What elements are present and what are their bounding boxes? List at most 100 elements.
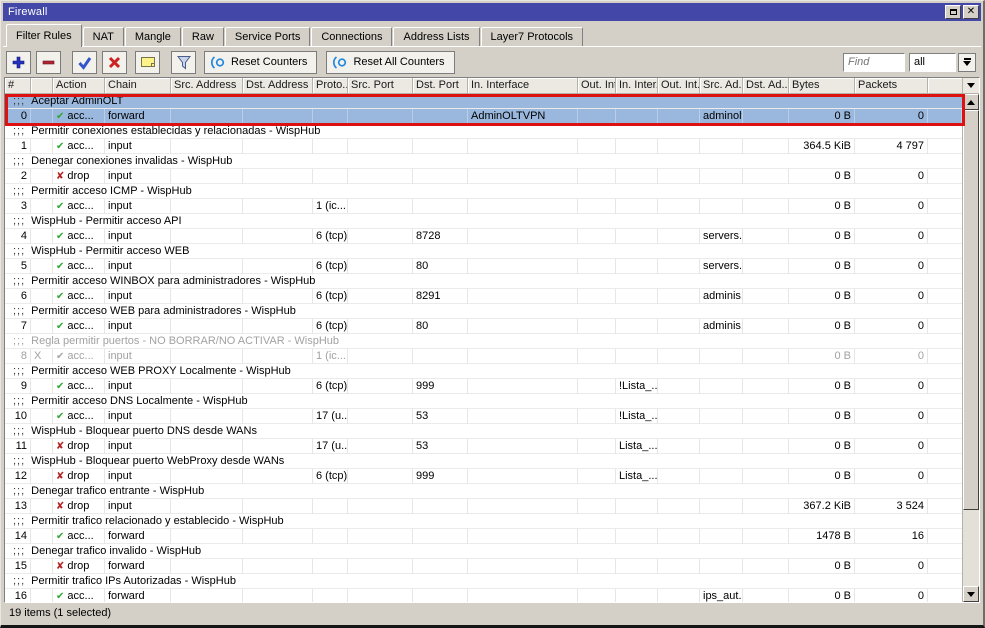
column-header-in_interface_list[interactable]: In. Inter... [616,78,658,93]
tab-raw[interactable]: Raw [182,27,224,47]
cell-filler [928,169,962,184]
column-header-out_interface_list[interactable]: Out. Int... [658,78,700,93]
comment-row[interactable]: ;;;Permitir acceso DNS Localmente - Wisp… [5,394,962,409]
rule-row[interactable]: 13✘dropinput367.2 KiB3 524 [5,499,962,514]
tab-service-ports[interactable]: Service Ports [225,27,310,47]
rule-row[interactable]: 4✔acc...input6 (tcp)8728servers...0 B0 [5,229,962,244]
cell-src_address [171,169,243,184]
column-header-flag[interactable] [31,78,53,93]
tab-mangle[interactable]: Mangle [125,27,181,47]
tab-layer7-protocols[interactable]: Layer7 Protocols [481,27,584,47]
comment-row[interactable]: ;;;Denegar trafico invalido - WispHub [5,544,962,559]
rule-row[interactable]: 11✘dropinput17 (u...53Lista_...0 B0 [5,439,962,454]
column-header-dst_port[interactable]: Dst. Port [413,78,468,93]
rule-row[interactable]: 6✔acc...input6 (tcp)8291adminis...0 B0 [5,289,962,304]
tab-connections[interactable]: Connections [311,27,392,47]
column-header-out_interface[interactable]: Out. Int... [578,78,616,93]
rule-row[interactable]: 12✘dropinput6 (tcp)999Lista_...0 B0 [5,469,962,484]
rule-row[interactable]: 14✔acc...forward1478 B16 [5,529,962,544]
comment-row[interactable]: ;;;Denegar trafico entrante - WispHub [5,484,962,499]
remove-rule-button[interactable] [36,51,61,74]
enable-rule-button[interactable] [72,51,97,74]
scrollbar-thumb[interactable] [963,110,979,510]
column-header-in_interface[interactable]: In. Interface [468,78,578,93]
cell-filler [928,109,962,124]
cell-filler [928,469,962,484]
rule-row[interactable]: 1✔acc...input364.5 KiB4 797 [5,139,962,154]
find-input[interactable] [843,53,905,72]
cell-in_interface_list [616,349,658,364]
vertical-scrollbar[interactable] [962,94,979,602]
cell-flag [31,409,53,424]
rule-row[interactable]: 5✔acc...input6 (tcp)80servers...0 B0 [5,259,962,274]
rule-row[interactable]: 16✔acc...forwardips_aut...0 B0 [5,589,962,603]
cell-packets: 0 [855,319,928,334]
accept-check-icon: ✔ [56,141,64,152]
filter-scope-dropdown-button[interactable] [958,53,976,72]
cell-dst_address [243,229,313,244]
column-header-src_address[interactable]: Src. Address [171,78,243,93]
rule-row[interactable]: 3✔acc...input1 (ic...0 B0 [5,199,962,214]
scroll-up-button[interactable] [963,94,979,110]
rule-row[interactable]: 8X✔acc...input1 (ic...0 B0 [5,349,962,364]
filter-button[interactable] [171,51,196,74]
reset-all-counters-button[interactable]: Reset All Counters [326,51,454,74]
comment-row[interactable]: ;;;Permitir trafico relacionado y establ… [5,514,962,529]
comment-row[interactable]: ;;;WispHub - Bloquear puerto DNS desde W… [5,424,962,439]
comment-row[interactable]: ;;;Permitir trafico IPs Autorizadas - Wi… [5,574,962,589]
tab-filter-rules[interactable]: Filter Rules [6,24,82,47]
comment-row[interactable]: ;;;WispHub - Bloquear puerto WebProxy de… [5,454,962,469]
comment-row[interactable]: ;;;Aceptar AdminOLT [5,94,962,109]
comment-row[interactable]: ;;;Denegar conexiones invalidas - WispHu… [5,154,962,169]
column-selector-button[interactable] [962,78,979,94]
action-label: acc... [67,140,93,152]
cell-in_interface_list [616,109,658,124]
column-header-action[interactable]: Action [53,78,105,93]
column-header-bytes[interactable]: Bytes [789,78,855,93]
rule-row[interactable]: 15✘dropforward0 B0 [5,559,962,574]
column-header-dst_address[interactable]: Dst. Address [243,78,313,93]
comment-button[interactable] [135,51,160,74]
cell-chain: input [105,379,171,394]
dropdown-bar-icon [964,58,971,60]
rule-row[interactable]: 0✔acc...forwardAdminOLTVPNadminolt0 B0 [5,109,962,124]
column-header-chain[interactable]: Chain [105,78,171,93]
cell-packets: 4 797 [855,139,928,154]
cell-flag [31,439,53,454]
rule-row[interactable]: 7✔acc...input6 (tcp)80adminis...0 B0 [5,319,962,334]
column-header-src_address_list[interactable]: Src. Ad... [700,78,743,93]
disable-rule-button[interactable] [102,51,127,74]
column-header-packets[interactable]: Packets [855,78,928,93]
rule-row[interactable]: 10✔acc...input17 (u...53!Lista_...0 B0 [5,409,962,424]
add-rule-button[interactable] [6,51,31,74]
rule-row[interactable]: 2✘dropinput0 B0 [5,169,962,184]
cell-action: ✔acc... [53,199,105,214]
cell-dst_address_list [743,439,789,454]
column-header-num[interactable]: # [5,78,31,93]
tab-address-lists[interactable]: Address Lists [393,27,479,47]
column-header-src_port[interactable]: Src. Port [348,78,413,93]
rule-row[interactable]: 9✔acc...input6 (tcp)999!Lista_...0 B0 [5,379,962,394]
tab-nat[interactable]: NAT [83,27,124,47]
cell-in_interface [468,379,578,394]
column-header-dst_address_list[interactable]: Dst. Ad... [743,78,789,93]
comment-row[interactable]: ;;;Regla permitir puertos - NO BORRAR/NO… [5,334,962,349]
comment-row[interactable]: ;;;Permitir acceso ICMP - WispHub [5,184,962,199]
cell-src_address_list [700,199,743,214]
cell-dst_port [413,109,468,124]
cell-chain: input [105,349,171,364]
column-header-protocol[interactable]: Proto... [313,78,348,93]
comment-row[interactable]: ;;;Permitir acceso WEB PROXY Localmente … [5,364,962,379]
comment-row[interactable]: ;;;Permitir conexiones establecidas y re… [5,124,962,139]
filter-scope-select[interactable]: all [909,53,956,72]
maximize-button[interactable] [945,5,961,19]
comment-row[interactable]: ;;;WispHub - Permitir acceso WEB [5,244,962,259]
comment-row[interactable]: ;;;Permitir acceso WINBOX para administr… [5,274,962,289]
close-button[interactable]: ✕ [963,5,979,19]
reset-counters-button[interactable]: Reset Counters [204,51,317,74]
scroll-down-button[interactable] [963,586,979,602]
comment-row[interactable]: ;;;WispHub - Permitir acceso API [5,214,962,229]
cell-bytes: 1478 B [789,529,855,544]
comment-prefix: ;;; [13,245,25,257]
comment-row[interactable]: ;;;Permitir acceso WEB para administrado… [5,304,962,319]
